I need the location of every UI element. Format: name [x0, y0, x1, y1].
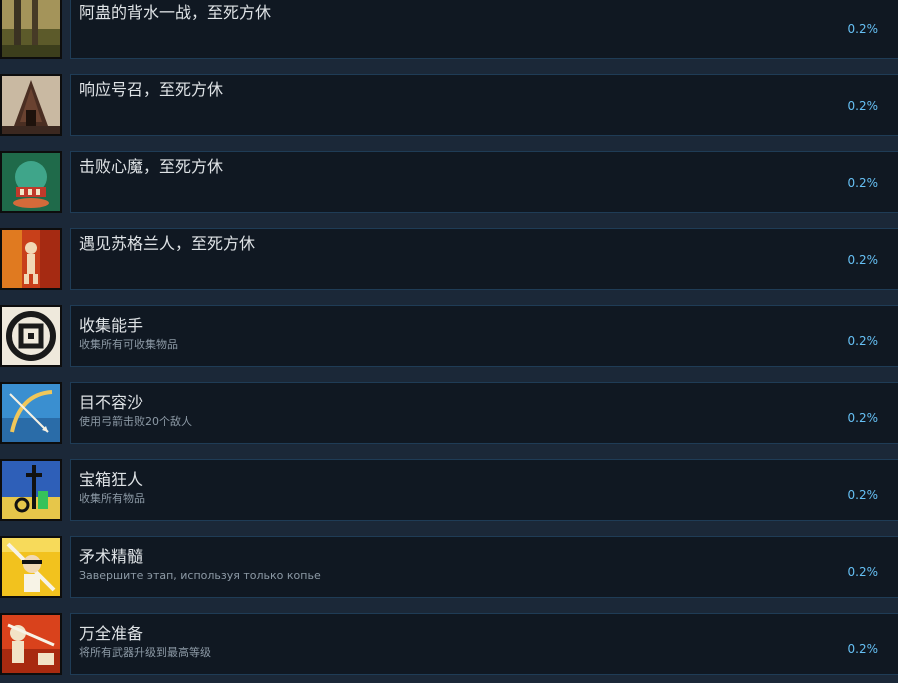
achievement-panel: 响应号召，至死方休 0.2%: [70, 74, 898, 136]
achievement-row[interactable]: 万全准备 将所有武器升级到最高等级 0.2%: [0, 613, 898, 677]
samurai-fire-icon: [0, 228, 62, 290]
samurai-sunset-icon: [0, 613, 62, 675]
achievement-row[interactable]: 矛术精髓 Завершите этап, используя только ко…: [0, 536, 898, 600]
achievement-description: 将所有武器升级到最高等级: [79, 646, 211, 659]
unlock-percent: 0.2%: [847, 642, 879, 656]
achievement-name: 目不容沙: [79, 393, 144, 412]
demon-mask-icon: [0, 151, 62, 213]
achievement-row[interactable]: 阿蛊的背水一战，至死方休 0.2%: [0, 0, 898, 61]
achievement-panel: 收集能手 收集所有可收集物品 0.2%: [70, 305, 898, 367]
spear-samurai-icon: [0, 536, 62, 598]
achievement-panel: 万全准备 将所有武器升级到最高等级 0.2%: [70, 613, 898, 675]
unlock-percent: 0.2%: [847, 411, 879, 425]
unlock-percent: 0.2%: [847, 334, 879, 348]
achievement-row[interactable]: 响应号召，至死方休 0.2%: [0, 74, 898, 138]
achievement-list: 阿蛊的背水一战，至死方休 0.2% 响应号召，至死方休 0.2% 击败心魔，至死…: [0, 0, 898, 683]
unlock-percent: 0.2%: [847, 488, 879, 502]
unlock-percent: 0.2%: [847, 22, 879, 36]
achievement-panel: 遇见苏格兰人，至死方休 0.2%: [70, 228, 898, 290]
temple-tower-icon: [0, 74, 62, 136]
achievement-name: 击败心魔，至死方休: [79, 157, 224, 176]
achievement-name: 矛术精髓: [79, 547, 144, 566]
collectible-emblem-icon: [0, 305, 62, 367]
two-trees-icon: [0, 0, 62, 59]
achievement-panel: 矛术精髓 Завершите этап, используя только ко…: [70, 536, 898, 598]
achievement-description: Завершите этап, используя только копье: [79, 569, 321, 582]
unlock-percent: 0.2%: [847, 99, 879, 113]
achievement-row[interactable]: 击败心魔，至死方休 0.2%: [0, 151, 898, 215]
achievement-name: 阿蛊的背水一战，至死方休: [79, 3, 272, 22]
achievement-name: 遇见苏格兰人，至死方休: [79, 234, 256, 253]
unlock-percent: 0.2%: [847, 565, 879, 579]
achievement-description: 收集所有物品: [79, 492, 145, 505]
achievement-name: 宝箱狂人: [79, 470, 144, 489]
achievement-panel: 击败心魔，至死方休 0.2%: [70, 151, 898, 213]
achievement-row[interactable]: 遇见苏格兰人，至死方休 0.2%: [0, 228, 898, 292]
achievement-row[interactable]: 收集能手 收集所有可收集物品 0.2%: [0, 305, 898, 369]
achievement-panel: 宝箱狂人 收集所有物品 0.2%: [70, 459, 898, 521]
achievement-description: 收集所有可收集物品: [79, 338, 178, 351]
achievement-panel: 目不容沙 使用弓箭击败20个敌人 0.2%: [70, 382, 898, 444]
achievement-row[interactable]: 宝箱狂人 收集所有物品 0.2%: [0, 459, 898, 523]
achievement-panel: 阿蛊的背水一战，至死方休 0.2%: [70, 0, 898, 59]
treasure-items-icon: [0, 459, 62, 521]
bow-arrow-icon: [0, 382, 62, 444]
unlock-percent: 0.2%: [847, 253, 879, 267]
achievement-row[interactable]: 目不容沙 使用弓箭击败20个敌人 0.2%: [0, 382, 898, 446]
achievement-name: 万全准备: [79, 624, 144, 643]
achievement-name: 响应号召，至死方休: [79, 80, 224, 99]
unlock-percent: 0.2%: [847, 176, 879, 190]
achievement-description: 使用弓箭击败20个敌人: [79, 415, 192, 428]
achievement-name: 收集能手: [79, 316, 144, 335]
